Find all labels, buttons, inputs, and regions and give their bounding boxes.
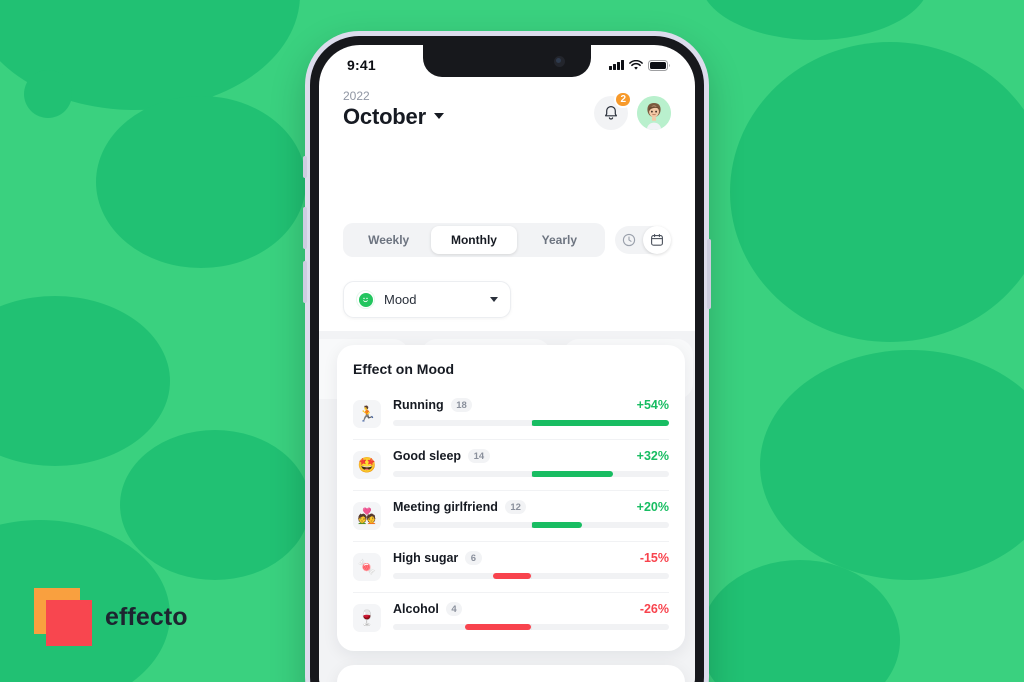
page-header: 2022 October 2 bbox=[319, 89, 695, 130]
avatar[interactable] bbox=[637, 96, 671, 130]
power-button[interactable] bbox=[707, 239, 711, 309]
background-blob bbox=[0, 296, 170, 466]
effect-bar-track bbox=[393, 624, 669, 630]
notifications-button[interactable]: 2 bbox=[594, 91, 632, 130]
effect-bar-track bbox=[393, 573, 669, 579]
effect-bar-track bbox=[393, 522, 669, 528]
date-selector[interactable]: 2022 October bbox=[343, 89, 444, 130]
effect-name: High sugar bbox=[393, 551, 459, 565]
year-label: 2022 bbox=[343, 89, 370, 103]
notch bbox=[423, 45, 591, 77]
effect-percent: -26% bbox=[639, 602, 669, 616]
effect-name: Running bbox=[393, 398, 444, 412]
background-blob bbox=[96, 96, 306, 268]
tab-yearly[interactable]: Yearly bbox=[517, 226, 602, 254]
effect-bar-fill bbox=[531, 471, 613, 477]
tab-monthly[interactable]: Monthly bbox=[431, 226, 517, 254]
chevron-down-icon[interactable] bbox=[490, 297, 498, 302]
effect-bar-fill bbox=[492, 573, 531, 579]
star-struck-icon: 🤩 bbox=[353, 451, 381, 479]
front-camera-icon bbox=[554, 56, 565, 67]
effect-row[interactable]: 💑 Meeting girlfriend 12 +20% bbox=[353, 491, 669, 542]
background-blob bbox=[760, 350, 1024, 580]
view-toggle[interactable] bbox=[615, 226, 671, 254]
phone-screen: 9:41 2022 October 2 Weekly Monthly Yearl… bbox=[319, 45, 695, 682]
effect-rows: 🏃 Running 18 +54% 🤩 Good sleep 14 +32% 💑 Meeting … bbox=[353, 389, 669, 643]
volume-up-button[interactable] bbox=[303, 207, 307, 249]
insights-carousel[interactable]: Effect on Mood 🏃 Running 18 +54% 🤩 Good sleep… bbox=[319, 331, 695, 682]
brand-name: effecto bbox=[105, 602, 188, 631]
clock-icon bbox=[622, 233, 636, 247]
couple-icon: 💑 bbox=[353, 502, 381, 530]
background-blob bbox=[730, 42, 1024, 342]
metric-label: Mood bbox=[384, 292, 417, 307]
effecto-logo: effecto bbox=[34, 588, 188, 646]
mute-switch[interactable] bbox=[303, 156, 307, 178]
status-time: 9:41 bbox=[347, 57, 376, 73]
effect-row[interactable]: 🤩 Good sleep 14 +32% bbox=[353, 440, 669, 491]
background-blob bbox=[120, 430, 310, 580]
wifi-icon bbox=[629, 59, 643, 70]
period-controls: Weekly Monthly Yearly bbox=[319, 223, 695, 257]
user-avatar-icon bbox=[637, 96, 671, 130]
running-icon: 🏃 bbox=[353, 400, 381, 428]
effect-row[interactable]: 🏃 Running 18 +54% bbox=[353, 389, 669, 440]
effect-count: 18 bbox=[450, 398, 473, 412]
effect-percent: -15% bbox=[639, 551, 669, 565]
background-blob bbox=[24, 70, 72, 118]
background-blob bbox=[700, 0, 930, 40]
effect-count: 12 bbox=[504, 500, 527, 514]
effect-row[interactable]: 🍬 High sugar 6 -15% bbox=[353, 542, 669, 593]
effect-name: Meeting girlfriend bbox=[393, 500, 498, 514]
candy-icon: 🍬 bbox=[353, 553, 381, 581]
calendar-view-button[interactable] bbox=[643, 226, 671, 254]
effect-bar-track bbox=[393, 471, 669, 477]
effect-bar-fill bbox=[531, 522, 583, 528]
next-card[interactable] bbox=[337, 665, 685, 682]
effect-count: 14 bbox=[468, 449, 490, 463]
month-label: October bbox=[343, 104, 426, 129]
phone-bezel: 9:41 2022 October 2 Weekly Monthly Yearl… bbox=[310, 36, 704, 682]
background-blob bbox=[700, 560, 900, 682]
header-actions: 2 bbox=[594, 91, 671, 130]
metric-select[interactable]: Mood bbox=[343, 281, 511, 318]
metric-dot-ring bbox=[356, 290, 375, 309]
effect-percent: +32% bbox=[636, 449, 669, 463]
battery-icon bbox=[648, 59, 670, 71]
effect-name: Alcohol bbox=[393, 602, 439, 616]
plus-cross-logo-icon bbox=[34, 588, 92, 646]
period-segmented-control[interactable]: Weekly Monthly Yearly bbox=[343, 223, 605, 257]
tab-weekly[interactable]: Weekly bbox=[346, 226, 431, 254]
bell-icon bbox=[605, 105, 617, 120]
effect-bar-track bbox=[393, 420, 669, 426]
effect-count: 6 bbox=[465, 551, 482, 565]
card-title: Effect on Mood bbox=[353, 361, 455, 377]
effect-percent: +20% bbox=[636, 500, 669, 514]
effect-percent: +54% bbox=[636, 398, 669, 412]
effect-on-mood-card: Effect on Mood 🏃 Running 18 +54% 🤩 Good sleep… bbox=[337, 345, 685, 651]
effect-bar-fill bbox=[531, 420, 669, 426]
chevron-down-icon[interactable] bbox=[433, 113, 444, 119]
effect-name: Good sleep bbox=[393, 449, 462, 463]
effect-count: 4 bbox=[445, 602, 463, 616]
status-icons bbox=[609, 59, 671, 71]
effect-bar-fill bbox=[464, 624, 531, 630]
calendar-icon bbox=[651, 234, 663, 246]
wine-icon: 🍷 bbox=[353, 604, 381, 632]
volume-down-button[interactable] bbox=[303, 261, 307, 303]
clock-view-button[interactable] bbox=[615, 226, 643, 254]
cellular-signal-icon bbox=[609, 60, 624, 70]
notification-badge: 2 bbox=[614, 91, 632, 108]
phone-device: 9:41 2022 October 2 Weekly Monthly Yearl… bbox=[303, 31, 711, 682]
effect-row[interactable]: 🍷 Alcohol 4 -26% bbox=[353, 593, 669, 643]
mood-smiley-icon bbox=[358, 292, 373, 307]
